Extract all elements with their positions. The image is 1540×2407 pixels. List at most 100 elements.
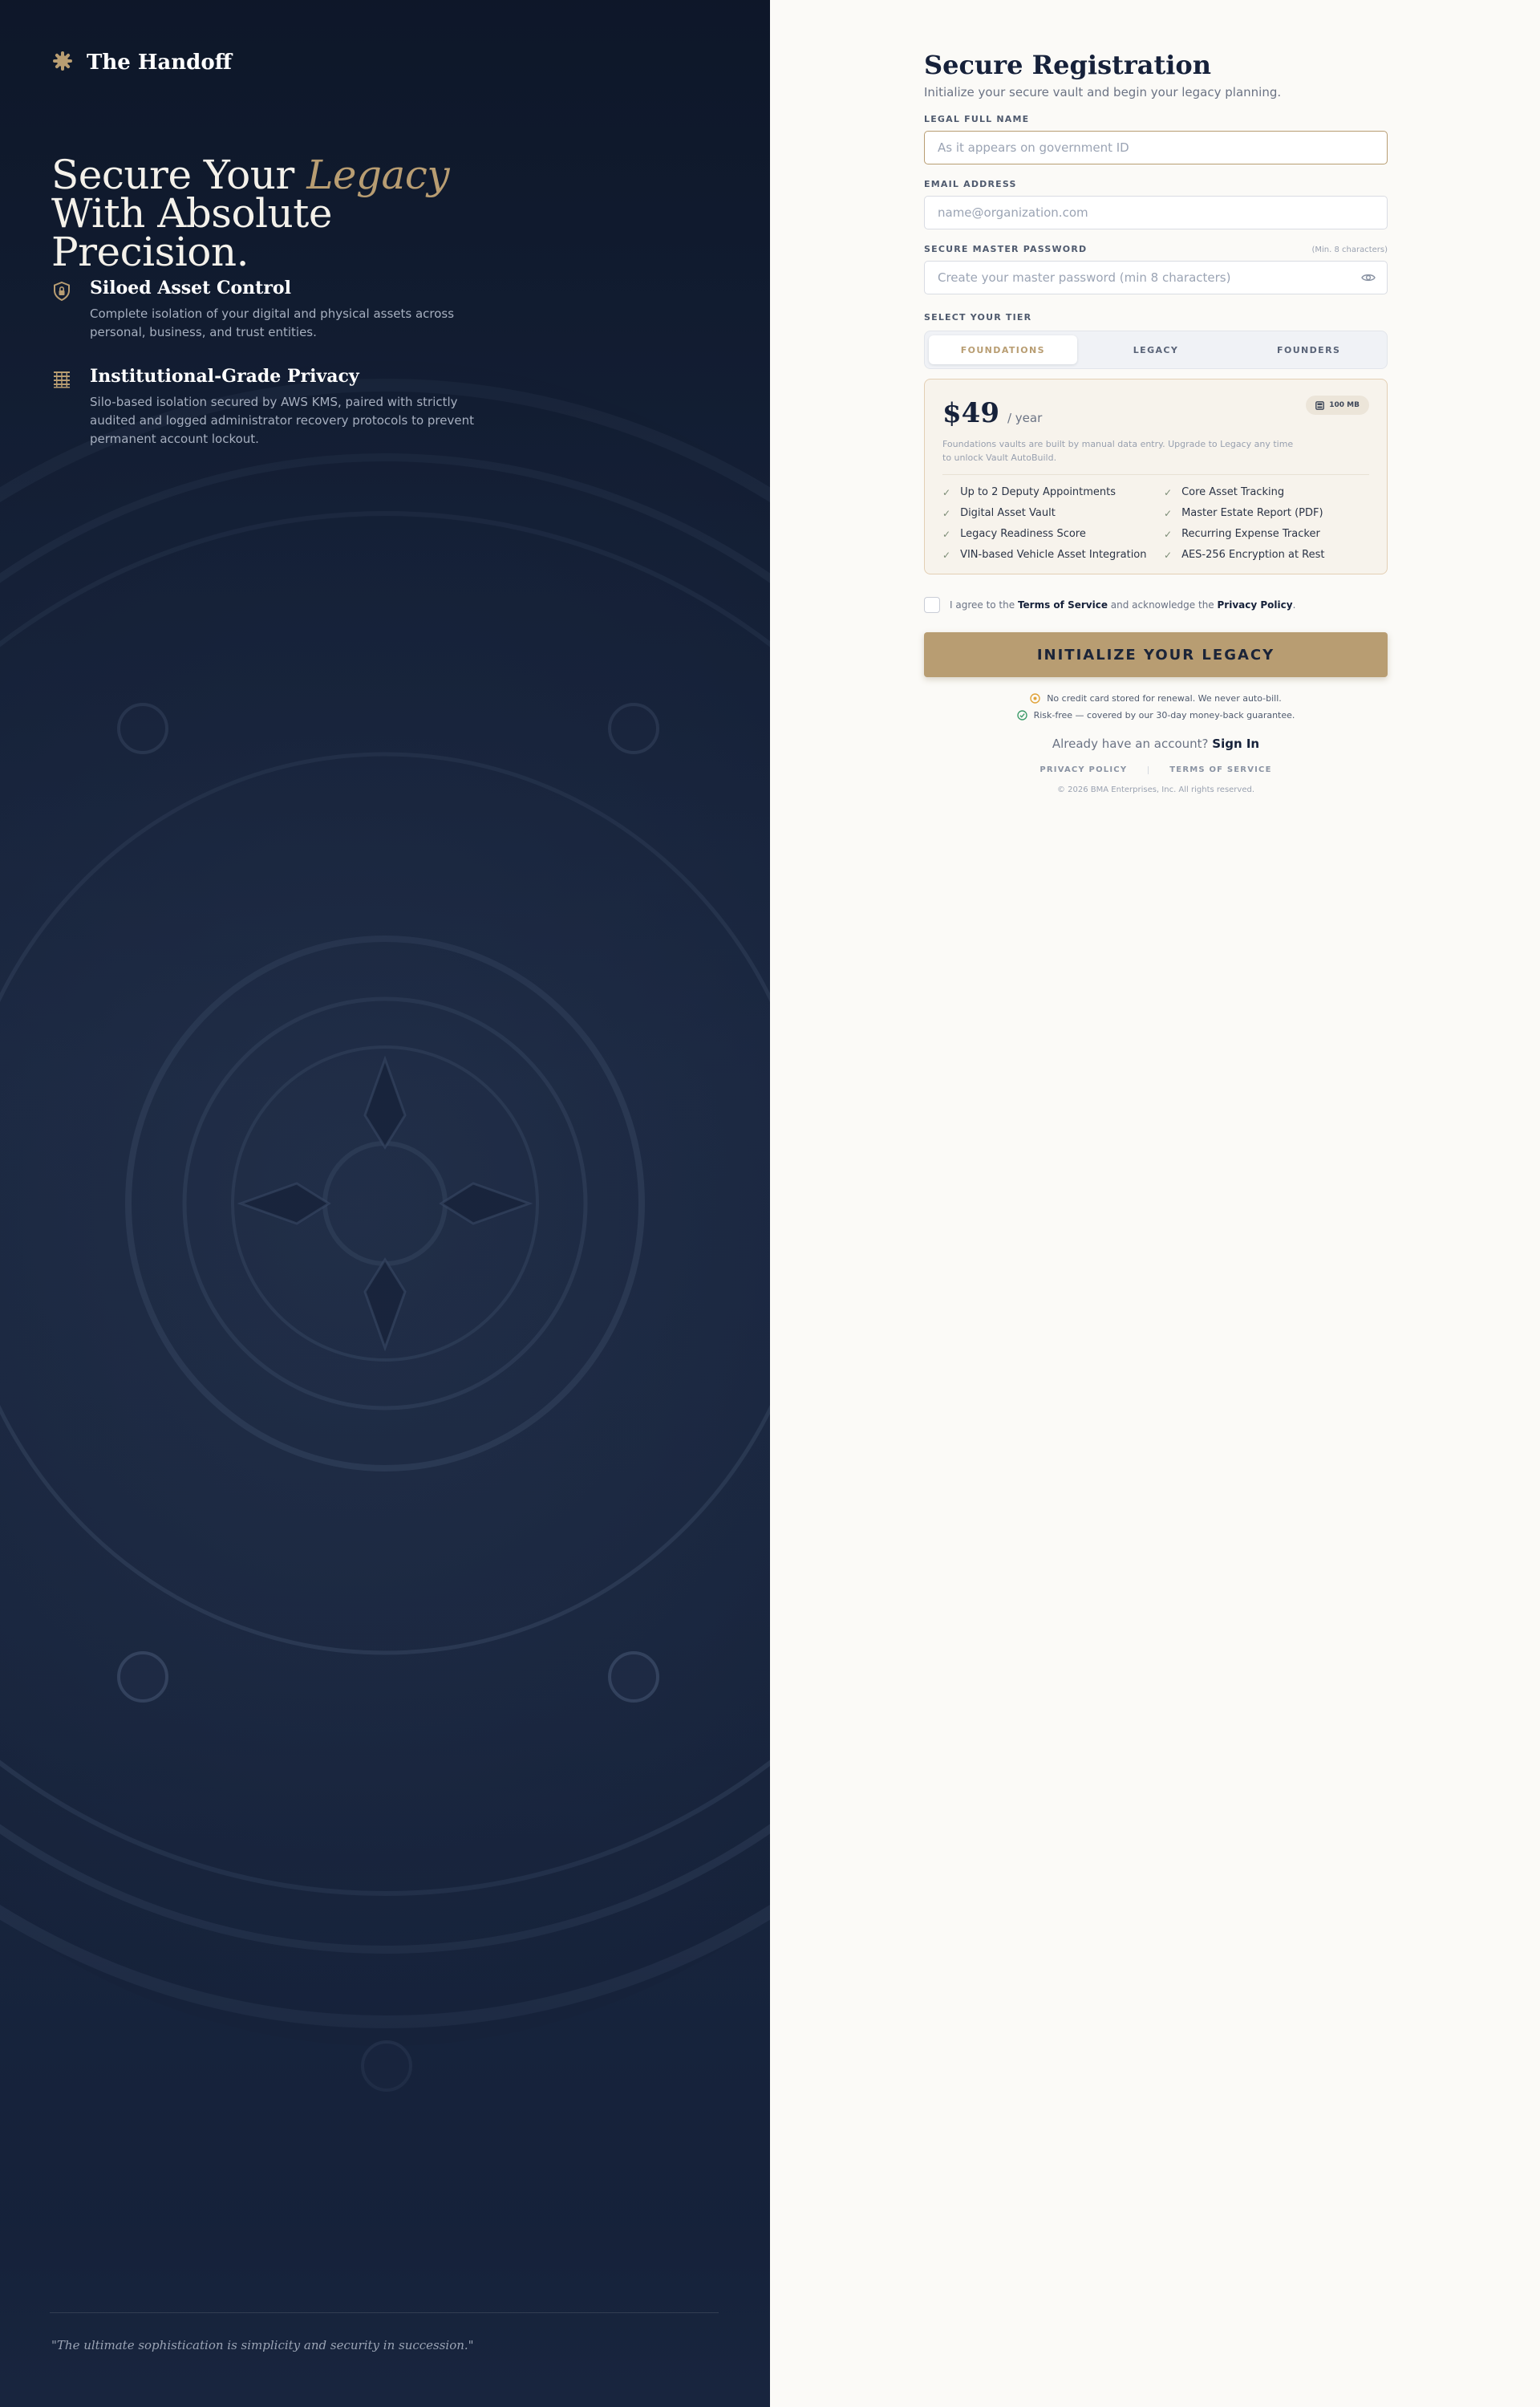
full-name-group: LEGAL FULL NAME	[924, 114, 1388, 164]
full-name-input[interactable]	[936, 140, 1376, 156]
background-overlay	[0, 0, 770, 2407]
storage-badge: 100 MB	[1306, 396, 1369, 415]
footer-separator	[1148, 765, 1149, 774]
agreement-middle: and acknowledge the	[1107, 599, 1218, 611]
email-input[interactable]	[936, 205, 1376, 221]
password-field	[924, 261, 1388, 294]
storage-icon	[1315, 400, 1325, 410]
feature-description: Silo-based isolation secured by AWS KMS,…	[90, 395, 474, 446]
terms-link[interactable]: Terms of Service	[1018, 599, 1108, 611]
form-subtitle: Initialize your secure vault and begin y…	[924, 85, 1282, 99]
plan-feature-label: Core Asset Tracking	[1181, 486, 1285, 498]
footer-links: PRIVACY POLICY TERMS OF SERVICE	[924, 765, 1388, 774]
password-hint: (Min. 8 characters)	[1311, 246, 1388, 254]
initialize-legacy-button[interactable]: INITIALIZE YOUR LEGACY	[924, 632, 1388, 677]
plan-divider	[942, 474, 1369, 475]
tier-label: SELECT YOUR TIER	[924, 312, 1032, 323]
plan-feature: ✓ Master Estate Report (PDF)	[1164, 507, 1385, 520]
tab-founders[interactable]: FOUNDERS	[1234, 335, 1383, 364]
feature-siloed-asset-control: Siloed Asset Control Complete isolation …	[51, 278, 484, 342]
plan-feature-label: Legacy Readiness Score	[960, 528, 1086, 540]
registration-panel: Secure Registration Initialize your secu…	[770, 0, 1540, 2407]
email-label: EMAIL ADDRESS	[924, 179, 1017, 189]
check-icon: ✓	[942, 529, 951, 540]
full-name-label: LEGAL FULL NAME	[924, 114, 1030, 124]
plan-feature: ✓ Recurring Expense Tracker	[1164, 528, 1385, 541]
privacy-policy-link[interactable]: PRIVACY POLICY	[1040, 765, 1127, 774]
plan-features: ✓ Up to 2 Deputy Appointments ✓ Core Asset…	[942, 486, 1369, 562]
tier-selector: FOUNDATIONS LEGACY FOUNDERS	[924, 331, 1388, 369]
email-group: EMAIL ADDRESS	[924, 179, 1388, 229]
registration-page: The Handoff Secure Your Legacy With Abso…	[0, 0, 1540, 2407]
check-circle-icon	[1016, 710, 1027, 720]
gear-seal-icon	[51, 50, 74, 75]
tier-group: SELECT YOUR TIER FOUNDATIONS LEGACY FOUN…	[924, 312, 1388, 369]
plan-feature-label: Up to 2 Deputy Appointments	[960, 486, 1116, 498]
tab-legacy[interactable]: LEGACY	[1082, 335, 1230, 364]
signin-prompt: Already have an account?	[1052, 737, 1213, 751]
email-field	[924, 196, 1388, 229]
password-label: SECURE MASTER PASSWORD	[924, 244, 1088, 254]
check-icon: ✓	[942, 508, 951, 519]
plan-feature: ✓ Legacy Readiness Score	[942, 528, 1164, 541]
plan-feature-label: Digital Asset Vault	[960, 507, 1056, 519]
tab-foundations[interactable]: FOUNDATIONS	[929, 335, 1077, 364]
eye-icon[interactable]	[1361, 272, 1376, 283]
no-card-icon	[1030, 693, 1040, 704]
plan-feature-label: Recurring Expense Tracker	[1181, 528, 1320, 540]
shield-lock-icon	[51, 281, 72, 302]
no-card-note: No credit card stored for renewal. We ne…	[924, 693, 1388, 704]
grid-lock-icon	[51, 369, 72, 390]
hero-panel: The Handoff Secure Your Legacy With Abso…	[0, 0, 770, 2407]
check-icon: ✓	[1164, 487, 1173, 498]
plan-feature-label: AES-256 Encryption at Rest	[1181, 549, 1325, 561]
plan-price: $49	[942, 397, 999, 429]
plan-feature: ✓ Digital Asset Vault	[942, 507, 1164, 520]
check-icon: ✓	[942, 487, 951, 498]
plan-card: $49 / year 100 MB Foundations vaults are…	[924, 379, 1388, 574]
plan-feature-label: VIN-based Vehicle Asset Integration	[960, 549, 1147, 561]
password-input[interactable]	[936, 270, 1361, 286]
plan-period: / year	[1007, 411, 1043, 425]
check-icon: ✓	[1164, 550, 1173, 561]
registration-form: Secure Registration Initialize your secu…	[924, 50, 1388, 794]
agreement-text: I agree to the Terms of Service and ackn…	[950, 599, 1295, 611]
check-icon: ✓	[942, 550, 951, 561]
password-group: SECURE MASTER PASSWORD (Min. 8 character…	[924, 244, 1388, 294]
sign-in-link[interactable]: Sign In	[1212, 737, 1259, 751]
password-label-row: SECURE MASTER PASSWORD (Min. 8 character…	[924, 244, 1388, 254]
price-row: $49 / year	[942, 397, 1369, 429]
plan-feature-label: Master Estate Report (PDF)	[1181, 507, 1323, 519]
agree-checkbox[interactable]	[924, 597, 940, 613]
feature-description: Complete isolation of your digital and p…	[90, 306, 455, 339]
full-name-field	[924, 131, 1388, 164]
check-icon: ✓	[1164, 529, 1173, 540]
brand-quote: "The ultimate sophistication is simplici…	[51, 2338, 474, 2352]
risk-free-text: Risk-free — covered by our 30-day money-…	[1033, 710, 1295, 720]
copyright: © 2026 BMA Enterprises, Inc. All rights …	[1056, 785, 1255, 794]
feature-title: Siloed Asset Control	[90, 278, 291, 298]
storage-amount: 100 MB	[1329, 401, 1360, 409]
divider	[50, 2312, 719, 2313]
terms-of-service-link[interactable]: TERMS OF SERVICE	[1169, 765, 1271, 774]
agreement-row: I agree to the Terms of Service and ackn…	[924, 597, 1388, 613]
plan-feature: ✓ VIN-based Vehicle Asset Integration	[942, 549, 1164, 562]
hero-title: Secure Your Legacy With Absolute Precisi…	[51, 155, 500, 272]
agreement-suffix: .	[1292, 599, 1296, 611]
signin-row: Already have an account? Sign In	[924, 737, 1388, 751]
plan-description: Foundations vaults are built by manual d…	[942, 439, 1294, 463]
brand-name: The Handoff	[87, 51, 233, 75]
plan-feature: ✓ Core Asset Tracking	[1164, 486, 1385, 499]
agreement-prefix: I agree to the	[950, 599, 1018, 611]
form-title: Secure Registration	[924, 50, 1211, 80]
no-card-text: No credit card stored for renewal. We ne…	[1047, 693, 1282, 704]
feature-title: Institutional-Grade Privacy	[90, 366, 359, 387]
plan-feature: ✓ AES-256 Encryption at Rest	[1164, 549, 1385, 562]
brand-logo[interactable]: The Handoff	[51, 50, 232, 75]
hero-line3: Precision.	[51, 228, 249, 275]
check-icon: ✓	[1164, 508, 1173, 519]
plan-feature: ✓ Up to 2 Deputy Appointments	[942, 486, 1164, 499]
feature-institutional-privacy: Institutional-Grade Privacy Silo-based i…	[51, 366, 484, 449]
risk-free-note: Risk-free — covered by our 30-day money-…	[924, 710, 1388, 720]
privacy-link[interactable]: Privacy Policy	[1218, 599, 1293, 611]
